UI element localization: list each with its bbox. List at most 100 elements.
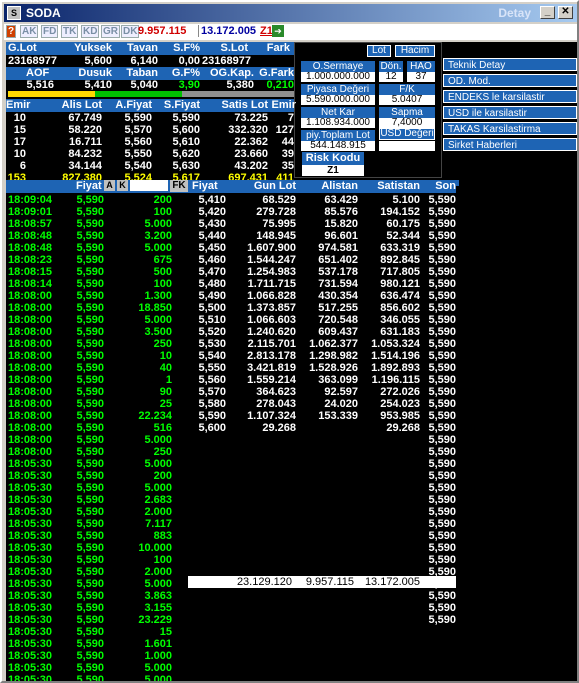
close-button[interactable]: ✕ <box>558 6 573 19</box>
cell: 5,590 <box>76 470 104 482</box>
cell: 631.183 <box>380 326 420 338</box>
trade-row: 18:08:00 5,590 22.234 <box>6 410 188 422</box>
detay-label[interactable]: Detay <box>498 6 531 20</box>
cell: 5,630 <box>172 160 200 172</box>
cell: 720.548 <box>318 314 358 326</box>
help-icon[interactable]: ? <box>6 25 17 38</box>
cell: 18:08:00 <box>8 302 53 314</box>
cell: 346.055 <box>380 314 420 326</box>
cell: 5,590 <box>76 638 104 650</box>
cell: 5,590 <box>428 554 456 566</box>
cell: 5,590 <box>76 458 104 470</box>
volume-row: 5,590 <box>188 458 459 470</box>
depth-row: 10 84.232 5,550 5,620 23.660 39 <box>6 148 294 160</box>
cell: 5,460 <box>198 254 226 266</box>
tb-tk[interactable]: TK <box>61 25 79 38</box>
menu-od-mod[interactable]: OD. Mod. <box>443 74 577 87</box>
volume-total-row: 23.129.120 9.957.115 13.172.005 <box>188 576 456 588</box>
lot-button[interactable]: Lot <box>367 45 391 57</box>
cell: 5,590 <box>428 506 456 518</box>
cell: 18:08:00 <box>8 374 53 386</box>
cell: 52.344 <box>386 230 420 242</box>
cell: 3.421.819 <box>247 362 296 374</box>
cell: 892.845 <box>380 254 420 266</box>
fk-button[interactable]: FK <box>170 180 188 192</box>
volume-row: 5,410 68.529 63.429 5.100 5,590 <box>188 194 459 206</box>
cell: 5,590 <box>76 650 104 662</box>
volume-row: 5,590 <box>188 590 459 602</box>
trade-row: 18:05:30 5,590 15 <box>6 626 188 638</box>
cell: 5,590 <box>76 590 104 602</box>
cell: 3.863 <box>144 590 172 602</box>
cell: 18:05:30 <box>8 662 53 674</box>
cell: 5.000 <box>144 662 172 674</box>
cell: 5,590 <box>76 386 104 398</box>
cell: 1 <box>165 374 172 386</box>
volume-row: 5,590 <box>188 518 459 530</box>
hacim-button[interactable]: Hacim <box>395 45 435 57</box>
filter-input[interactable] <box>130 180 168 191</box>
cell: 18:08:00 <box>8 422 53 434</box>
cell: 5,590 <box>76 206 104 218</box>
toolbar-z1[interactable]: Z1 <box>260 25 273 37</box>
cell: 5,590 <box>76 230 104 242</box>
cell: 5,540 <box>124 160 152 172</box>
cell: 18:08:48 <box>8 242 53 254</box>
menu-endeks[interactable]: ENDEKS le karsilastir <box>443 90 577 103</box>
trade-row: 18:08:00 5,590 5.000 <box>6 434 188 446</box>
cell: 250 <box>153 446 172 458</box>
don-value: 12 <box>379 72 403 82</box>
hao-value: 37 <box>407 72 435 82</box>
cell: 10 <box>13 112 26 124</box>
cell: 100 <box>153 278 172 290</box>
cell: 5.000 <box>144 482 172 494</box>
minimize-button[interactable]: _ <box>540 6 555 19</box>
cell: 5,520 <box>198 326 226 338</box>
cell: 15 <box>13 124 26 136</box>
trades-header: Fiyat A K FK <box>6 180 188 193</box>
a-button[interactable]: A <box>104 180 115 191</box>
cell: 2.813.178 <box>247 350 296 362</box>
trade-row: 18:08:00 5,590 516 <box>6 422 188 434</box>
depth-row: 6 34.144 5,540 5,630 43.202 35 <box>6 160 294 172</box>
cell: 5,590 <box>76 578 104 590</box>
cell: 100 <box>153 554 172 566</box>
tb-dk[interactable]: DK <box>121 25 140 38</box>
cell: 18:05:30 <box>8 626 53 638</box>
cell: 43.202 <box>234 160 268 172</box>
tb-ak[interactable]: AK <box>20 25 39 38</box>
cell: 5,510 <box>198 314 226 326</box>
cell: 5,590 <box>428 338 456 350</box>
cell: 5,590 <box>76 326 104 338</box>
cell: 5,590 <box>428 614 456 626</box>
volume-row: 5,590 <box>188 542 459 554</box>
tb-fd[interactable]: FD <box>41 25 59 38</box>
cell: 15.820 <box>324 218 358 230</box>
cell: 18:08:00 <box>8 350 53 362</box>
k-button[interactable]: K <box>117 180 128 191</box>
trade-row: 18:05:30 5,590 100 <box>6 554 188 566</box>
menu-haberler[interactable]: Sirket Haberleri <box>443 138 577 151</box>
usd-degeri-button[interactable]: USD Değeri <box>379 128 435 140</box>
cell: 29.268 <box>386 422 420 434</box>
cell: 5,590 <box>76 398 104 410</box>
menu-teknik-detay[interactable]: Teknik Detay <box>443 58 577 71</box>
menu-usd[interactable]: USD ile karsilastir <box>443 106 577 119</box>
cell: 5,590 <box>172 112 200 124</box>
volume-row: 5,590 1.107.324 153.339 953.985 5,590 <box>188 410 459 422</box>
volume-row: 5,440 148.945 96.601 52.344 5,590 <box>188 230 459 242</box>
volume-scrollbar[interactable] <box>456 186 462 576</box>
cell: 25 <box>159 398 172 410</box>
cell: 18:08:00 <box>8 434 53 446</box>
cell: 5,590 <box>76 302 104 314</box>
cell: 279.728 <box>256 206 296 218</box>
arrow-icon[interactable]: ➔ <box>272 25 284 37</box>
tb-kd[interactable]: KD <box>81 25 100 38</box>
trade-row: 18:05:30 5,590 5.000 <box>6 662 188 674</box>
cell: 1.196.115 <box>371 374 420 386</box>
cell: 5,440 <box>198 230 226 242</box>
cell: 18:08:00 <box>8 410 53 422</box>
menu-takas[interactable]: TAKAS Karsilastirma <box>443 122 577 135</box>
cell: 5,530 <box>198 338 226 350</box>
tb-gr[interactable]: GR <box>101 25 120 38</box>
